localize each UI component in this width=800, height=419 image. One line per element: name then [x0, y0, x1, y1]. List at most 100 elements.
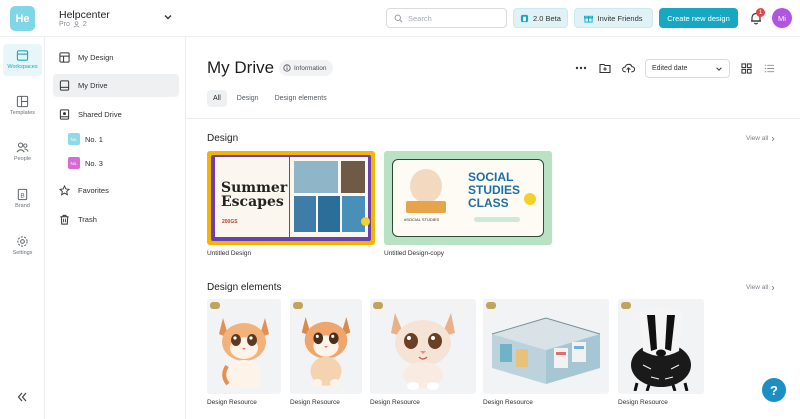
collapse-icon[interactable]: [15, 390, 29, 404]
thumb-title-2: Escapes: [221, 194, 284, 210]
svg-text:B: B: [20, 192, 24, 199]
element-label: Design Resource: [483, 399, 533, 406]
design-card-1-label[interactable]: Untitled Design: [207, 250, 251, 257]
shared-drive-icon: [59, 109, 70, 120]
design-card-1[interactable]: Summer Escapes 200GS: [207, 151, 375, 245]
templates-icon: [16, 95, 29, 108]
grid-view-button[interactable]: [739, 61, 753, 75]
element-card-2[interactable]: [290, 299, 362, 394]
design-card-2-label[interactable]: Untitled Design-copy: [384, 250, 444, 257]
photo: [341, 161, 365, 193]
search-box[interactable]: [386, 8, 507, 28]
photo: [342, 196, 365, 232]
more-button[interactable]: [574, 61, 588, 75]
element-card-4[interactable]: [483, 299, 609, 394]
tab-design-elements[interactable]: Design elements: [269, 90, 333, 107]
kitten-icon: [219, 317, 269, 388]
rail-people[interactable]: People: [0, 141, 45, 162]
sidebar-item-label: Shared Drive: [78, 110, 122, 119]
design-view-all-link[interactable]: View all: [746, 135, 776, 142]
chevron-right-icon: [772, 136, 775, 141]
tab-design[interactable]: Design: [231, 90, 265, 107]
sidebar-item-no3[interactable]: No. No. 3: [68, 155, 103, 171]
upload-button[interactable]: [621, 61, 635, 75]
gift-icon: [584, 15, 594, 23]
info-icon: [283, 64, 291, 72]
top-bar: He Helpcenter Pro 2 2.0 Beta Invite Frie…: [0, 0, 800, 37]
star-icon: [59, 185, 70, 196]
view-all-label: View all: [746, 284, 769, 291]
thumb-title-1: Summer: [221, 180, 288, 196]
element-label: Design Resource: [370, 399, 420, 406]
search-icon: [394, 14, 403, 22]
no1-chip: No.: [68, 133, 80, 145]
create-new-design-button[interactable]: Create new design: [659, 8, 738, 28]
more-icon: [575, 66, 587, 70]
rail-templates-label: Templates: [9, 110, 36, 116]
element-card-3[interactable]: [370, 299, 476, 394]
divider: [186, 118, 800, 119]
sidebar-item-my-design[interactable]: My Design: [53, 46, 179, 69]
list-icon: [764, 64, 774, 72]
list-view-button[interactable]: [762, 61, 776, 75]
badge-dot: [524, 193, 536, 205]
sidebar-item-shared-drive[interactable]: Shared Drive: [53, 103, 179, 126]
chevron-down-icon: [716, 66, 722, 71]
grid-icon: [740, 62, 752, 74]
sort-select[interactable]: Edited date: [645, 59, 730, 78]
sidebar-item-label: Favorites: [78, 186, 109, 195]
element-card-1[interactable]: [207, 299, 281, 394]
element-label: Design Resource: [618, 399, 668, 406]
sidebar-item-trash[interactable]: Trash: [53, 208, 179, 231]
beta-button[interactable]: 2.0 Beta: [513, 8, 568, 28]
premium-badge: [210, 302, 220, 309]
element-label: Design Resource: [290, 399, 340, 406]
design-card-2[interactable]: #SOCIAL STUDIES SOCIAL STUDIES CLASS: [384, 151, 552, 245]
chevron-down-icon[interactable]: [163, 12, 173, 22]
sidebar-item-favorites[interactable]: Favorites: [53, 179, 179, 202]
gear-icon: [17, 236, 28, 247]
beach-photo: [294, 161, 338, 193]
help-button[interactable]: ?: [762, 378, 786, 402]
sidebar-item-label: My Design: [78, 53, 114, 62]
premium-badge: [293, 302, 303, 309]
left-rail: Workspaces Templates People B Brand Sett…: [0, 37, 45, 419]
element-card-5[interactable]: [618, 299, 704, 394]
trash-icon: [60, 214, 69, 225]
sidebar-item-label: No. 3: [85, 158, 103, 168]
invite-friends-button[interactable]: Invite Friends: [574, 8, 653, 28]
avatar[interactable]: Mi: [772, 8, 792, 28]
premium-badge: [621, 302, 631, 309]
elements-section-title: Design elements: [207, 282, 282, 293]
chevron-right-icon: [772, 285, 775, 290]
rail-settings-label: Settings: [12, 250, 33, 256]
sidebar-item-my-drive[interactable]: My Drive: [53, 74, 179, 97]
rail-workspaces[interactable]: Workspaces: [0, 49, 45, 70]
members-icon: [73, 21, 80, 28]
thumb-title-2: STUDIES: [468, 183, 521, 197]
rail-settings[interactable]: Settings: [0, 235, 45, 256]
main-content: My Drive Information Edited date All Des…: [186, 37, 800, 419]
store-icon: [491, 316, 601, 384]
sidebar-item-no1[interactable]: No. No. 1: [68, 131, 103, 147]
thumb-caption: #SOCIAL STUDIES: [404, 217, 440, 222]
elements-view-all-link[interactable]: View all: [746, 284, 776, 291]
workspace-name[interactable]: Helpcenter: [59, 9, 110, 21]
thumb-title-3: CLASS: [468, 196, 509, 210]
tab-all[interactable]: All: [207, 90, 227, 107]
view-all-label: View all: [746, 135, 769, 142]
design-section-title: Design: [207, 133, 239, 144]
rail-brand[interactable]: B Brand: [0, 188, 45, 209]
badge-dot: [361, 217, 370, 226]
rail-templates[interactable]: Templates: [0, 95, 45, 116]
search-input[interactable]: [408, 13, 498, 23]
workspace-logo[interactable]: He: [10, 6, 35, 31]
brand-icon: B: [17, 188, 28, 201]
information-button[interactable]: Information: [279, 60, 333, 76]
people-icon: [16, 142, 29, 153]
new-folder-button[interactable]: [598, 61, 612, 75]
rail-people-label: People: [13, 156, 32, 162]
information-label: Information: [294, 64, 327, 72]
cloud-upload-icon: [621, 63, 635, 73]
kitten-icon: [391, 312, 455, 390]
